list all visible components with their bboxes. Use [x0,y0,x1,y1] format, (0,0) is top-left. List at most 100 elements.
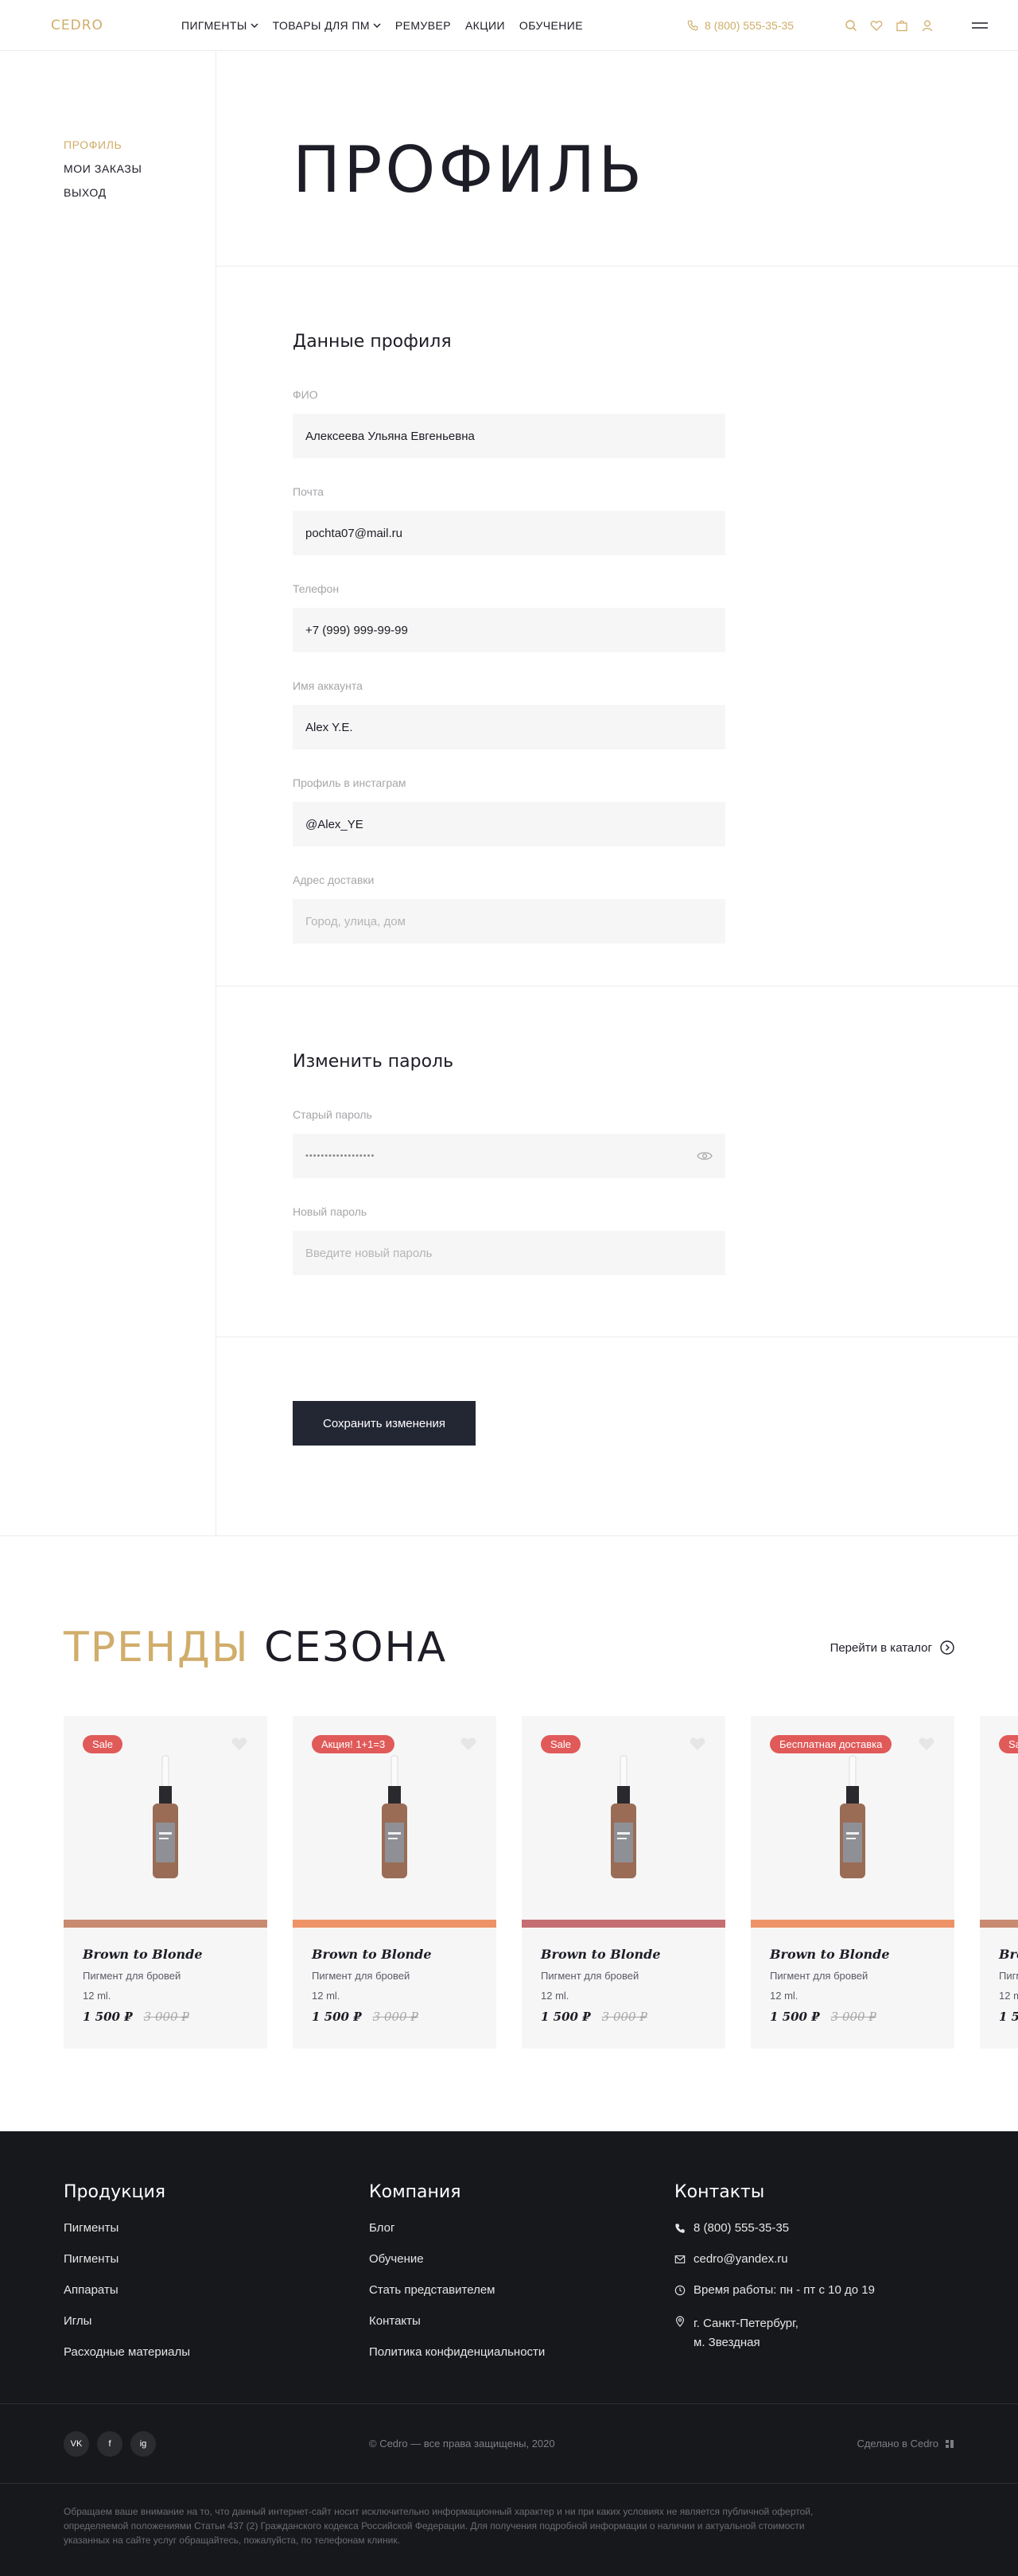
chevron-down-icon [373,23,381,28]
new-password-input[interactable]: Введите новый пароль [293,1231,725,1275]
product-card[interactable]: Sale Brown to Blonde Пигмент для бровей … [980,1716,1018,2049]
heart-icon[interactable] [870,19,883,32]
legal-disclaimer: Обращаем ваше внимание на то, что данный… [64,2506,814,2546]
trends-title: ТРЕНДЫ СЕЗОНА [64,1624,447,1671]
section-title: Изменить пароль [293,1052,454,1072]
product-color-stripe [522,1920,725,1928]
footer-link[interactable]: Аппараты [64,2283,369,2297]
eye-icon[interactable] [697,1150,713,1162]
season-trends: ТРЕНДЫ СЕЗОНА Перейти в каталог Sale Bro… [0,1536,1018,2131]
nav-item-remover[interactable]: РЕМУВЕР [395,19,451,32]
footer-link[interactable]: Расходные материалы [64,2345,369,2359]
product-badge: Акция! 1+1=3 [312,1735,395,1753]
made-by-text: Сделано в Cedro [857,2438,938,2450]
email-input[interactable]: pochta07@mail.ru [293,511,725,555]
made-by[interactable]: Сделано в Cedro [857,2438,954,2450]
product-old-price: 3 000 ₽ [143,2010,189,2024]
product-volume: 12 ml. [312,1990,340,2002]
field-account-name: Имя аккаунта Alex Y.E. [293,679,1018,749]
profile-page: ПРОФИЛЬ МОИ ЗАКАЗЫ ВЫХОД ПРОФИЛЬ Данные … [0,51,1018,1536]
heart-icon[interactable] [918,1735,935,1751]
product-color-stripe [751,1920,954,1928]
field-address: Адрес доставки Город, улица, дом [293,874,1018,944]
phone-icon [687,20,698,30]
product-image-area: Бесплатная доставка [751,1716,954,1920]
product-volume: 12 ml. [999,1990,1018,2002]
full-name-input[interactable]: Алексеева Ульяна Евгеньевна [293,414,725,458]
product-type: Пигмент для бровей [312,1970,410,1982]
product-card[interactable]: Sale Brown to Blonde Пигмент для бровей … [64,1716,267,2049]
user-icon[interactable] [921,19,934,32]
product-image-area: Акция! 1+1=3 [293,1716,496,1920]
address-input[interactable]: Город, улица, дом [293,899,725,944]
account-name-input[interactable]: Alex Y.E. [293,705,725,749]
product-name: Brown to Blonde [83,1947,203,1962]
field-instagram: Профиль в инстаграм @Alex_YE [293,776,1018,846]
menu-icon[interactable] [972,20,988,31]
footer-address-text: г. Санкт-Петербург, м. Звездная [694,2314,798,2352]
mail-icon [674,2255,686,2263]
phone-icon [675,2224,685,2233]
logo[interactable]: CEDRO [51,18,103,33]
footer-products: Продукция Пигменты Пигменты Аппараты Игл… [64,2182,369,2403]
footer-link[interactable]: Обучение [369,2252,674,2266]
cart-icon[interactable] [896,19,908,32]
field-label: Имя аккаунта [293,679,363,692]
nav-item-pigments[interactable]: ПИГМЕНТЫ [181,19,258,32]
heart-icon[interactable] [460,1735,477,1751]
footer-link[interactable]: Пигменты [64,2252,369,2266]
product-cards: Sale Brown to Blonde Пигмент для бровей … [64,1716,1018,2049]
field-label: Старый пароль [293,1108,372,1121]
field-label: Телефон [293,582,340,595]
search-icon[interactable] [845,19,857,32]
footer-link[interactable]: Политика конфиденциальности [369,2345,674,2359]
footer-contacts: Контакты 8 (800) 555-35-35 cedro@yandex.… [674,2182,980,2403]
password-dots: •••••••••••••••••• [305,1151,375,1161]
catalog-link[interactable]: Перейти в каталог [830,1640,954,1655]
footer-link[interactable]: Иглы [64,2314,369,2328]
product-price: 1 500 ₽ [312,2010,362,2024]
product-card[interactable]: Акция! 1+1=3 Brown to Blonde Пигмент для… [293,1716,496,2049]
title-block: ПРОФИЛЬ [216,51,1018,267]
product-card[interactable]: Бесплатная доставка Brown to Blonde Пигм… [751,1716,954,2049]
product-color-stripe [293,1920,496,1928]
footer-phone-text: 8 (800) 555-35-35 [694,2221,790,2235]
footer-columns: Продукция Пигменты Пигменты Аппараты Игл… [0,2131,1018,2404]
product-image-area: Sale [64,1716,267,1920]
old-password-input[interactable]: •••••••••••••••••• [293,1134,725,1178]
instagram-icon[interactable]: ig [130,2430,156,2457]
save-changes-button[interactable]: Сохранить изменения [293,1401,476,1446]
instagram-input[interactable]: @Alex_YE [293,802,725,846]
profile-content: ПРОФИЛЬ Данные профиля ФИО Алексеева Уль… [216,51,1018,1535]
heart-icon[interactable] [231,1735,248,1751]
field-old-password: Старый пароль •••••••••••••••••• [293,1108,1018,1178]
product-info: Brown to Blonde Пигмент для бровей 12 ml… [522,1928,725,2024]
page-title: ПРОФИЛЬ [293,133,646,207]
footer-email[interactable]: cedro@yandex.ru [674,2252,980,2266]
header-phone[interactable]: 8 (800) 555-35-35 [687,19,794,32]
product-info: Brown to Blonde Пигмент для бровей 12 ml… [64,1928,267,2024]
nav-item-promotions[interactable]: АКЦИИ [465,19,505,32]
product-badge: Бесплатная доставка [770,1735,892,1753]
vk-icon[interactable]: VK [64,2430,89,2457]
footer-phone[interactable]: 8 (800) 555-35-35 [674,2221,980,2235]
sidebar-item-profile[interactable]: ПРОФИЛЬ [64,138,216,151]
footer-link[interactable]: Стать представителем [369,2283,674,2297]
nav-item-pm-goods[interactable]: ТОВАРЫ ДЛЯ ПМ [273,19,381,32]
field-label: Адрес доставки [293,874,375,886]
heart-icon[interactable] [689,1735,706,1751]
chevron-down-icon [251,23,258,28]
footer-link[interactable]: Пигменты [64,2221,369,2235]
sidebar-item-logout[interactable]: ВЫХОД [64,186,216,199]
sidebar-item-orders[interactable]: МОИ ЗАКАЗЫ [64,162,216,175]
phone-input[interactable]: +7 (999) 999-99-99 [293,608,725,652]
footer-link[interactable]: Блог [369,2221,674,2235]
price-row: 1 500 ₽ 3 000 ₽ [999,2010,1018,2024]
save-area: Сохранить изменения [216,1337,1018,1534]
facebook-icon[interactable]: f [97,2430,122,2457]
product-card[interactable]: Sale Brown to Blonde Пигмент для бровей … [522,1716,725,2049]
footer-title: Контакты [674,2182,765,2202]
footer-link[interactable]: Контакты [369,2314,674,2328]
nav-item-education[interactable]: ОБУЧЕНИЕ [519,19,583,32]
product-type: Пигмент для бровей [770,1970,868,1982]
